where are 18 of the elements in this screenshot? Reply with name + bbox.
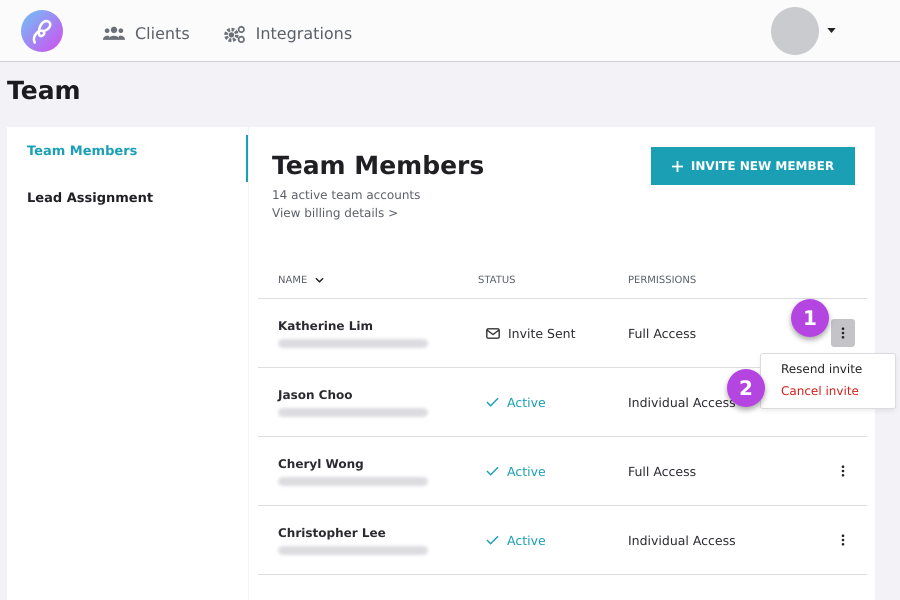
member-name: Cheryl Wong [278, 456, 365, 470]
permission-text: Full Access [628, 326, 698, 340]
member-name: Katherine Lim [278, 318, 374, 332]
member-name: Christopher Lee [278, 526, 387, 540]
status-text: Invite Sent [508, 326, 576, 340]
column-header: PERMISSIONS [628, 274, 696, 286]
permission-text: Individual Access [628, 532, 737, 548]
permission-text: Individual Access [628, 394, 737, 410]
step-badge: 1 [791, 299, 829, 337]
page-title: Team [6, 75, 82, 107]
permission-text: Full Access [628, 464, 698, 478]
column-header: STATUS [478, 274, 516, 286]
status-text: Active [507, 532, 546, 548]
status-text: Active [507, 464, 546, 478]
account-count: 14 active team accounts [272, 187, 422, 204]
member-name: Jason Choo [278, 388, 354, 402]
status-text: Active [507, 394, 546, 410]
panel-title: Team Members [272, 151, 484, 180]
